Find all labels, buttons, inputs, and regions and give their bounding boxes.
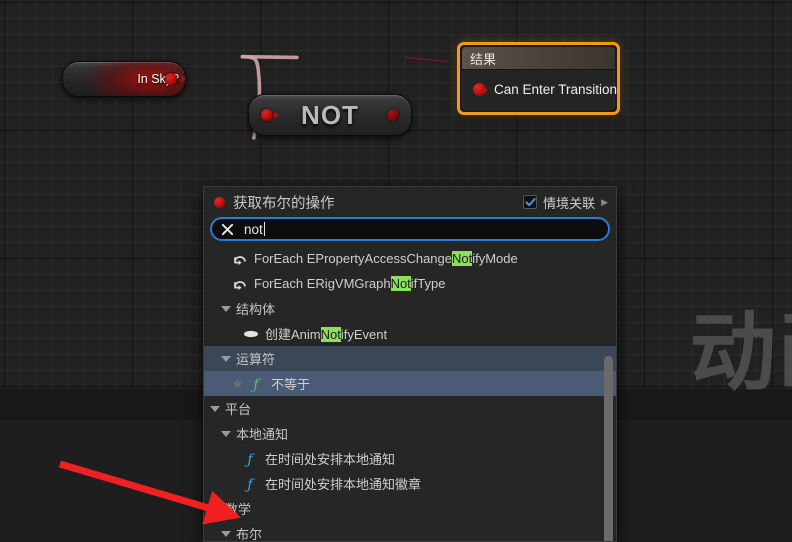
action-list-item-label: ForEach EPropertyAccessChangeNotifyMode [254, 251, 518, 266]
label-text: 布尔 [236, 527, 263, 541]
node-not-output-pin[interactable] [387, 109, 399, 121]
search-match-highlight: Not [320, 327, 341, 342]
graph-node-in-sky[interactable]: In Sky? [62, 61, 186, 97]
action-list-category[interactable]: 数学 [204, 496, 616, 521]
action-list-category[interactable]: 平台 [204, 396, 616, 421]
label-text: 不等于 [271, 377, 311, 392]
action-list-item-label: 本地通知 [236, 424, 288, 443]
triangle-down-icon[interactable] [210, 405, 220, 412]
action-list-item[interactable]: ForEach EPropertyAccessChangeNotifyMode [204, 246, 616, 271]
action-results-list[interactable]: ForEach EPropertyAccessChangeNotifyMode F… [204, 246, 616, 541]
action-panel-header: 获取布尔的操作 情境关联 ▶ [204, 187, 616, 217]
node-result-input-pin[interactable] [473, 83, 486, 96]
favorite-star-icon[interactable] [232, 378, 244, 389]
struct-icon [243, 328, 260, 340]
function-icon: ƒ [244, 477, 255, 492]
node-not-input-pin[interactable] [261, 109, 273, 121]
action-results-scroll-content: ForEach EPropertyAccessChangeNotifyMode F… [204, 246, 616, 541]
function-icon: ƒ [249, 376, 266, 392]
node-in-sky-output-arrow-icon [181, 75, 186, 83]
loop-icon [232, 277, 249, 291]
action-list-item-label: 创建AnimNotifyEvent [265, 324, 387, 343]
action-list-item-label: 平台 [225, 399, 251, 418]
node-not-label: NOT [301, 99, 359, 130]
action-list-category[interactable]: 运算符 [204, 346, 616, 371]
triangle-down-icon[interactable] [210, 505, 220, 512]
action-list-item-label: 布尔 [236, 524, 262, 541]
action-list-item-label: 不等于 [271, 374, 310, 393]
action-panel-search-row: not [204, 217, 616, 246]
context-sensitive-checkbox[interactable] [523, 195, 538, 209]
function-icon: ƒ [244, 452, 255, 467]
action-list-item-label: 运算符 [236, 349, 275, 368]
triangle-down-icon[interactable] [221, 305, 231, 312]
label-text: 在时间处安排本地通知 [265, 452, 396, 467]
clear-search-icon[interactable] [220, 222, 235, 237]
label-text: 结构体 [236, 302, 276, 317]
action-list-item-label: 数学 [225, 499, 251, 518]
function-icon-blue: ƒ [243, 476, 260, 492]
action-list-item-label: 结构体 [236, 299, 275, 318]
check-icon [525, 197, 536, 206]
action-panel-title: 获取布尔的操作 [233, 195, 335, 212]
action-list-item-label: ForEach ERigVMGraphNotifType [254, 276, 445, 291]
label-text: ifyEvent [340, 327, 388, 342]
search-match-highlight: Not [390, 276, 411, 291]
triangle-down-icon[interactable] [221, 355, 231, 362]
action-list-item[interactable]: 创建AnimNotifyEvent [204, 321, 616, 346]
node-result-body: Can Enter Transition [462, 70, 618, 110]
label-text: 在时间处安排本地通知徽章 [265, 477, 422, 492]
search-match-highlight: Not [451, 251, 473, 266]
graph-node-result[interactable]: 结果 Can Enter Transition [457, 42, 620, 115]
struct-icon [244, 330, 258, 337]
function-icon: ƒ [250, 377, 261, 392]
label-text: ifyMode [472, 251, 518, 266]
background-watermark-text: 动画 [690, 303, 792, 403]
get-boolean-actions-panel[interactable]: 获取布尔的操作 情境关联 ▶ not ForEach EPropertyAcce… [203, 186, 617, 542]
loop-icon [234, 255, 246, 265]
action-list-item[interactable]: ƒ 在时间处安排本地通知 [204, 446, 616, 471]
label-text: ifType [410, 276, 446, 291]
graph-node-not[interactable]: NOT [248, 94, 412, 136]
action-list-category[interactable]: 布尔 [204, 521, 616, 541]
label-text: 运算符 [236, 352, 276, 367]
boolean-pin-icon [214, 196, 225, 208]
node-result-title-bar: 结果 [462, 47, 615, 70]
svg-text:ƒ: ƒ [250, 377, 261, 392]
context-sensitive-label: 情境关联 [543, 195, 596, 211]
label-text: ForEach ERigVMGraph [254, 276, 391, 291]
search-input-value: not [244, 221, 263, 237]
label-text: ForEach EPropertyAccessChange [254, 251, 452, 266]
node-result-pin-label: Can Enter Transition [494, 82, 618, 97]
triangle-down-icon[interactable] [221, 530, 231, 537]
star-icon [232, 378, 243, 388]
action-list-scrollbar-thumb[interactable] [604, 356, 613, 541]
triangle-down-icon[interactable] [221, 430, 231, 437]
label-text: 本地通知 [236, 427, 289, 442]
action-list-category[interactable]: 结构体 [204, 296, 616, 321]
unreal-engine-animation-blueprint-screen: 动画 In Sky? NOT 结果 Can Enter Transition 获… [0, 0, 792, 542]
search-input[interactable]: not [210, 217, 610, 241]
action-list-category[interactable]: 本地通知 [204, 421, 616, 446]
action-list-item-selected[interactable]: ƒ 不等于 [204, 371, 616, 396]
text-caret [263, 222, 265, 236]
chevron-right-icon[interactable]: ▶ [601, 197, 608, 208]
svg-text:ƒ: ƒ [244, 477, 255, 492]
label-text: 平台 [225, 402, 252, 417]
loop-icon [234, 280, 246, 290]
loop-icon [232, 252, 249, 266]
function-icon-blue: ƒ [243, 451, 260, 467]
label-text: 数学 [225, 502, 252, 517]
label-text: 创建Anim [265, 327, 321, 342]
node-in-sky-output-pin[interactable] [165, 73, 177, 85]
action-list-item-label: 在时间处安排本地通知徽章 [265, 474, 421, 493]
action-list-item[interactable]: ForEach ERigVMGraphNotifType [204, 271, 616, 296]
svg-text:ƒ: ƒ [244, 452, 255, 467]
node-not-input-arrow-icon [274, 111, 279, 119]
action-list-item-label: 在时间处安排本地通知 [265, 449, 395, 468]
node-result-title-label: 结果 [470, 51, 497, 67]
action-list-item[interactable]: ƒ 在时间处安排本地通知徽章 [204, 471, 616, 496]
